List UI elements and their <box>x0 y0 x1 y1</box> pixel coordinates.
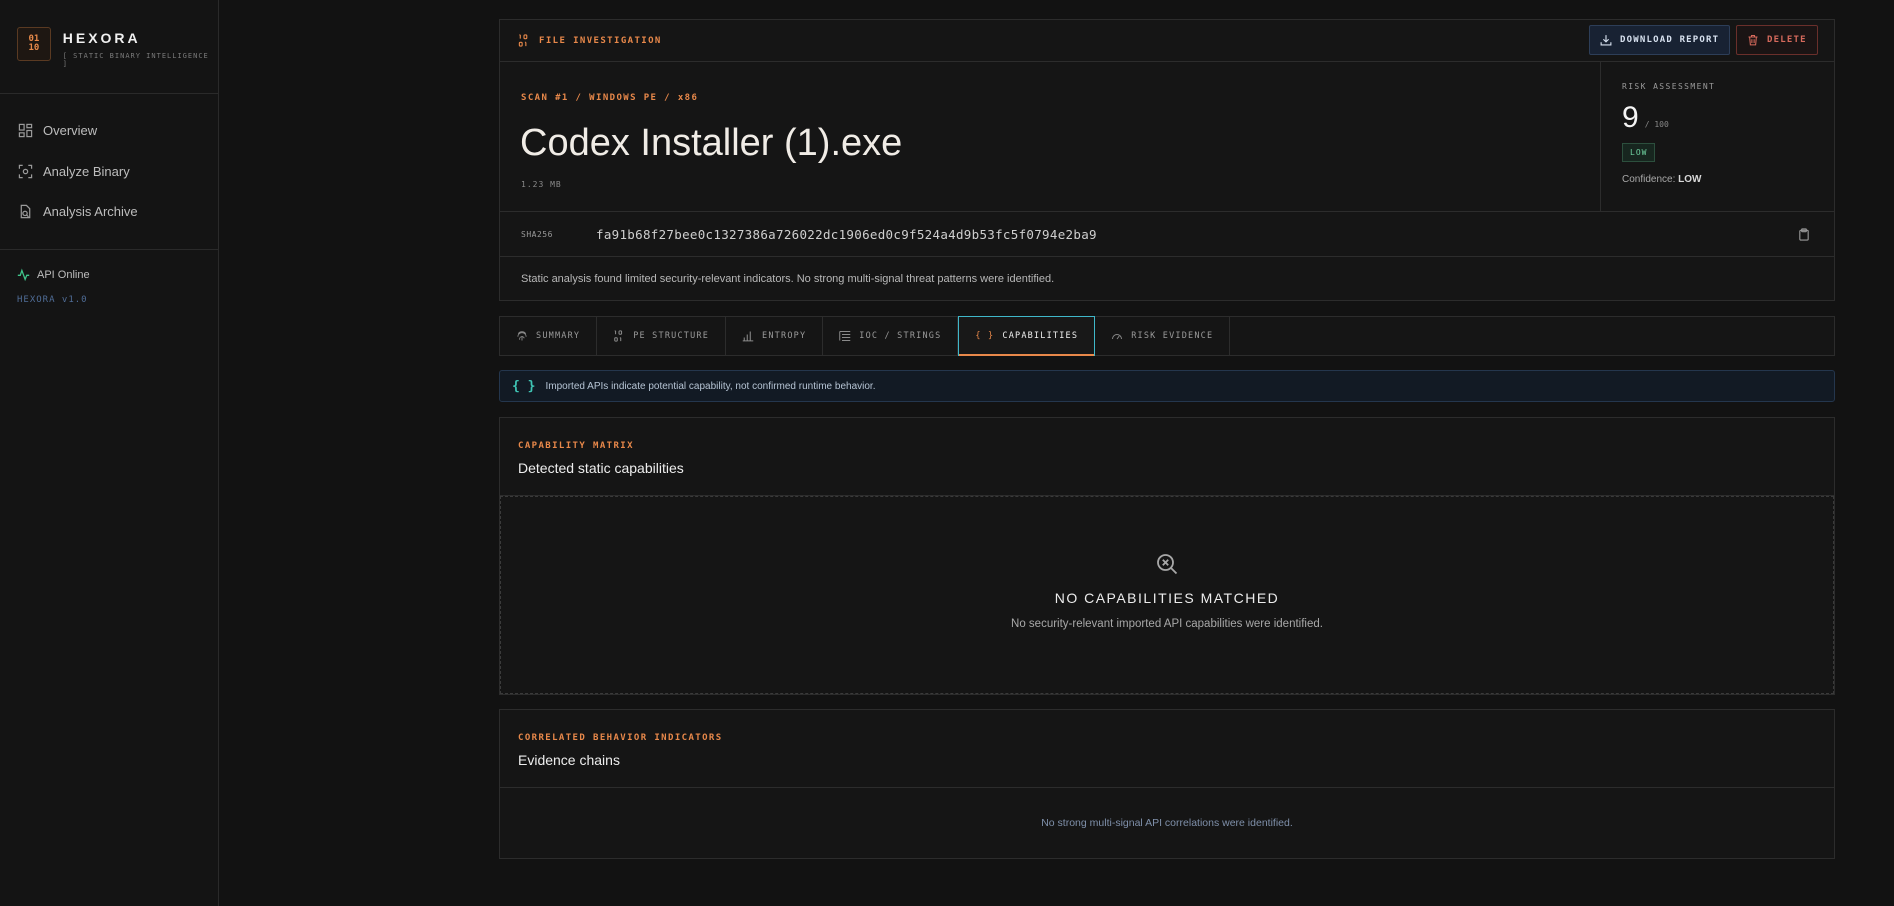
tab-label: ENTROPY <box>762 331 807 341</box>
analysis-summary: Static analysis found limited security-r… <box>521 272 1055 285</box>
braces-icon: { } <box>512 378 536 394</box>
fingerprint-icon <box>517 331 527 341</box>
sha-label: SHA256 <box>521 229 553 239</box>
risk-score-max: / 100 <box>1644 120 1669 129</box>
tab-bar: SUMMARY PE STRUCTURE ENTROPY IOC / STRIN… <box>499 316 1835 356</box>
notice-text: Imported APIs indicate potential capabil… <box>545 380 876 392</box>
section-title: Evidence chains <box>518 752 620 768</box>
tab-capabilities[interactable]: { } CAPABILITIES <box>958 316 1096 356</box>
binary-icon <box>614 330 623 342</box>
scan-icon <box>18 164 33 179</box>
archive-icon <box>20 204 31 219</box>
section-title: Detected static capabilities <box>518 460 684 476</box>
confidence: Confidence: LOW <box>1622 174 1814 185</box>
sidebar-item-label: Overview <box>43 123 98 138</box>
brand[interactable]: 01 10 HEXORA [ STATIC BINARY INTELLIGENC… <box>17 27 218 68</box>
sha-value[interactable]: fa91b68f27bee0c1327386a726022dc1906ed0c9… <box>596 227 1097 242</box>
bar-chart-icon <box>742 331 754 342</box>
section-label-text: FILE INVESTIGATION <box>539 35 662 46</box>
trash-icon <box>1748 34 1758 46</box>
file-size: 1.23 MB <box>521 180 562 189</box>
download-report-button[interactable]: DOWNLOAD REPORT <box>1589 25 1731 55</box>
sidebar-item-analysis-archive[interactable]: Analysis Archive <box>18 204 138 219</box>
risk-score-value: 9 <box>1622 101 1639 134</box>
tab-label: IOC / STRINGS <box>859 331 942 341</box>
file-name: Codex Installer (1).exe <box>520 122 903 164</box>
sidebar-item-label: Analysis Archive <box>43 204 138 219</box>
tab-ioc-strings[interactable]: IOC / STRINGS <box>823 317 959 355</box>
tab-label: CAPABILITIES <box>1002 331 1079 341</box>
logo-bottom-digits: 10 <box>28 43 40 53</box>
section-label: FILE INVESTIGATION <box>518 34 662 47</box>
evidence-chains-panel: CORRELATED BEHAVIOR INDICATORS Evidence … <box>499 709 1835 859</box>
capability-matrix-panel: CAPABILITY MATRIX Detected static capabi… <box>499 417 1835 695</box>
confidence-label: Confidence: <box>1622 174 1676 185</box>
tab-risk-evidence[interactable]: RISK EVIDENCE <box>1095 317 1231 355</box>
scan-label: SCAN #1 / WINDOWS PE / x86 <box>521 93 699 103</box>
api-status-label: API Online <box>37 268 90 281</box>
download-report-label: DOWNLOAD REPORT <box>1620 35 1720 45</box>
risk-title: RISK ASSESSMENT <box>1622 82 1716 91</box>
empty-state: NO CAPABILITIES MATCHED No security-rele… <box>500 496 1834 694</box>
risk-level-badge: LOW <box>1622 143 1656 162</box>
sidebar-divider <box>0 93 219 94</box>
empty-state-description: No strong multi-signal API correlations … <box>1041 817 1293 829</box>
list-icon <box>839 331 851 341</box>
sidebar: 01 10 HEXORA [ STATIC BINARY INTELLIGENC… <box>0 0 219 906</box>
brand-name: HEXORA <box>62 30 141 46</box>
binary-icon <box>518 34 528 47</box>
sha256-row: SHA256 fa91b68f27bee0c1327386a726022dc19… <box>500 212 1834 257</box>
confidence-value: LOW <box>1678 174 1702 185</box>
tab-summary[interactable]: SUMMARY <box>500 317 598 355</box>
tab-entropy[interactable]: ENTROPY <box>726 317 824 355</box>
section-header: CAPABILITY MATRIX Detected static capabi… <box>500 418 1834 496</box>
capability-notice: { } Imported APIs indicate potential cap… <box>499 370 1835 402</box>
tab-label: SUMMARY <box>536 331 581 341</box>
tab-label: PE STRUCTURE <box>633 331 710 341</box>
section-label: CAPABILITY MATRIX <box>518 441 634 451</box>
sidebar-item-overview[interactable]: Overview <box>18 123 97 138</box>
risk-assessment: RISK ASSESSMENT 9 / 100 LOW Confidence: … <box>1600 62 1835 212</box>
file-overview: SCAN #1 / WINDOWS PE / x86 Codex Install… <box>500 62 1834 212</box>
file-investigation-panel: FILE INVESTIGATION DOWNLOAD REPORT DELET… <box>499 19 1835 301</box>
empty-state-description: No security-relevant imported API capabi… <box>1011 618 1323 630</box>
delete-button[interactable]: DELETE <box>1736 25 1818 55</box>
search-x-icon <box>1157 554 1178 575</box>
download-icon <box>1600 35 1612 46</box>
sidebar-item-label: Analyze Binary <box>43 164 130 179</box>
clipboard-icon[interactable] <box>1798 227 1810 241</box>
risk-score: 9 / 100 <box>1622 101 1814 135</box>
activity-icon <box>17 268 30 281</box>
app-version: HEXORA v1.0 <box>17 295 88 305</box>
sidebar-item-analyze-binary[interactable]: Analyze Binary <box>18 164 130 179</box>
brand-logo: 01 10 <box>17 27 51 61</box>
api-status: API Online <box>17 268 90 281</box>
delete-label: DELETE <box>1767 35 1807 45</box>
panel-header: FILE INVESTIGATION DOWNLOAD REPORT DELET… <box>500 20 1834 62</box>
tab-pe-structure[interactable]: PE STRUCTURE <box>597 317 727 355</box>
sidebar-divider <box>0 249 219 250</box>
empty-state-title: NO CAPABILITIES MATCHED <box>1054 590 1280 606</box>
brand-tagline: [ STATIC BINARY INTELLIGENCE ] <box>62 52 209 68</box>
braces-icon: { } <box>975 331 995 341</box>
section-label: CORRELATED BEHAVIOR INDICATORS <box>518 733 723 743</box>
gauge-icon <box>1112 334 1123 340</box>
tab-label: RISK EVIDENCE <box>1131 331 1214 341</box>
grid-icon <box>18 123 33 138</box>
section-header: CORRELATED BEHAVIOR INDICATORS Evidence … <box>500 710 1834 788</box>
